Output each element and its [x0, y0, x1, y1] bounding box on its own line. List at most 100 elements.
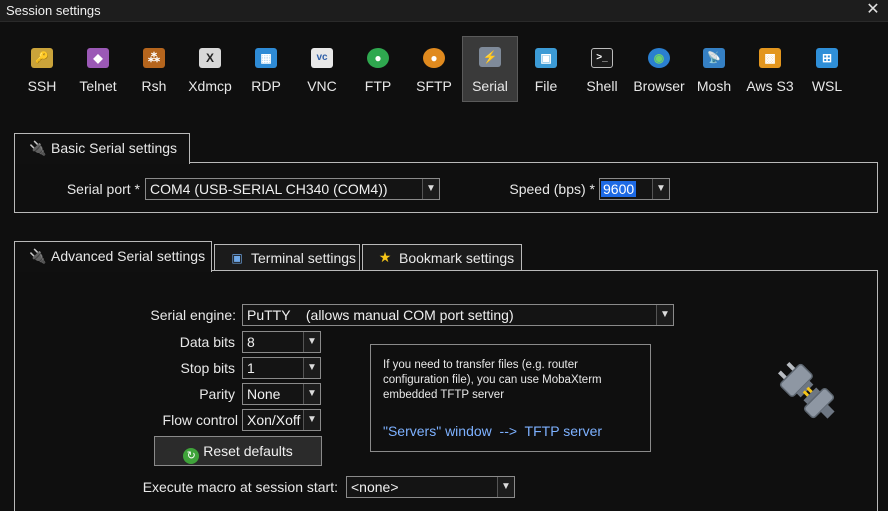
- serial-engine-select[interactable]: PuTTY (allows manual COM port setting) ▼: [242, 304, 674, 326]
- session-type-aws-s3[interactable]: ▩ Aws S3: [742, 38, 798, 102]
- serial-plug-icon: 🔌: [29, 248, 47, 264]
- tftp-info-text: If you need to transfer files (e.g. rout…: [383, 359, 602, 401]
- vnc-icon: vc: [311, 48, 333, 68]
- session-type-file[interactable]: ▣ File: [519, 38, 573, 102]
- servers-window-link[interactable]: "Servers" window --> TFTP server: [383, 423, 602, 439]
- session-type-toolbar: 🔑 SSH ◆ Telnet ⁂ Rsh X Xdmcp ▦ RDP vc VN…: [0, 36, 888, 102]
- title-bar: Session settings ✕: [0, 0, 888, 22]
- window-title: Session settings: [6, 3, 101, 18]
- tab-basic-serial-settings[interactable]: 🔌 Basic Serial settings: [14, 133, 190, 164]
- reset-defaults-label: Reset defaults: [203, 443, 293, 459]
- data-bits-select[interactable]: 8 ▼: [242, 331, 321, 353]
- xdmcp-icon: X: [199, 48, 221, 68]
- speed-select[interactable]: 9600 ▼: [599, 178, 670, 200]
- flow-control-label: Flow control: [162, 412, 238, 428]
- basic-settings-panel: [14, 162, 878, 213]
- session-type-label: Aws S3: [746, 78, 794, 94]
- session-type-label: WSL: [811, 78, 843, 94]
- session-type-serial[interactable]: ⚡ Serial: [462, 36, 518, 102]
- wsl-icon: ⊞: [816, 48, 838, 68]
- rsh-icon: ⁂: [143, 48, 165, 68]
- session-type-label: SFTP: [416, 78, 452, 94]
- session-type-label: VNC: [307, 78, 337, 94]
- parity-label: Parity: [199, 386, 235, 402]
- session-type-label: Telnet: [79, 78, 117, 94]
- session-type-vnc[interactable]: vc VNC: [295, 38, 349, 102]
- tftp-info-box: If you need to transfer files (e.g. rout…: [370, 344, 651, 452]
- session-type-ftp[interactable]: ● FTP: [351, 38, 405, 102]
- tab-label: Bookmark settings: [399, 250, 515, 266]
- session-type-label: Serial: [472, 78, 508, 94]
- stop-bits-select[interactable]: 1 ▼: [242, 357, 321, 379]
- rdp-icon: ▦: [255, 48, 277, 68]
- ftp-icon: ●: [367, 48, 389, 68]
- serial-plug-icon: [778, 362, 835, 419]
- star-icon: ★: [378, 249, 392, 265]
- speed-label: Speed (bps) *: [509, 181, 595, 197]
- chevron-down-icon: ▼: [303, 358, 320, 378]
- session-type-rdp[interactable]: ▦ RDP: [239, 38, 293, 102]
- file-icon: ▣: [535, 48, 557, 68]
- tab-label: Terminal settings: [251, 250, 357, 266]
- session-type-ssh[interactable]: 🔑 SSH: [15, 38, 69, 102]
- tab-bookmark-settings[interactable]: ★ Bookmark settings: [362, 244, 522, 271]
- mosh-icon: 📡: [703, 48, 725, 68]
- tab-label: Advanced Serial settings: [51, 248, 206, 264]
- refresh-icon: ↻: [183, 448, 200, 464]
- globe-icon: ◉: [648, 48, 670, 68]
- serial-plug-icon: ⚡: [479, 47, 501, 67]
- close-icon[interactable]: ✕: [864, 1, 882, 19]
- session-type-label: SSH: [27, 78, 57, 94]
- serial-plug-icon: 🔌: [29, 140, 47, 156]
- stop-bits-label: Stop bits: [180, 360, 235, 376]
- session-type-label: Shell: [586, 78, 618, 94]
- session-type-wsl[interactable]: ⊞ WSL: [800, 38, 854, 102]
- tab-terminal-settings[interactable]: ▣ Terminal settings: [214, 244, 360, 271]
- session-type-browser[interactable]: ◉ Browser: [631, 38, 687, 102]
- session-type-label: Mosh: [696, 78, 732, 94]
- reset-defaults-button[interactable]: ↻ Reset defaults: [154, 436, 322, 466]
- data-bits-label: Data bits: [179, 334, 235, 350]
- chevron-down-icon: ▼: [497, 477, 514, 497]
- parity-value: None: [247, 386, 281, 402]
- chevron-down-icon: ▼: [422, 179, 439, 199]
- session-type-label: Browser: [633, 78, 685, 94]
- chevron-down-icon: ▼: [652, 179, 669, 199]
- serial-port-select[interactable]: COM4 (USB-SERIAL CH340 (COM4)) ▼: [145, 178, 440, 200]
- session-type-label: Xdmcp: [188, 78, 232, 94]
- session-type-sftp[interactable]: ● SFTP: [407, 38, 461, 102]
- chevron-down-icon: ▼: [303, 410, 320, 430]
- macro-label: Execute macro at session start:: [142, 479, 338, 495]
- stop-bits-value: 1: [247, 360, 255, 376]
- session-type-mosh[interactable]: 📡 Mosh: [689, 38, 739, 102]
- data-bits-value: 8: [247, 334, 255, 350]
- session-type-xdmcp[interactable]: X Xdmcp: [183, 38, 237, 102]
- serial-port-value: COM4 (USB-SERIAL CH340 (COM4)): [150, 181, 388, 197]
- aws-s3-icon: ▩: [759, 48, 781, 68]
- macro-select[interactable]: <none> ▼: [346, 476, 515, 498]
- tab-label: Basic Serial settings: [51, 140, 178, 156]
- chevron-down-icon: ▼: [656, 305, 673, 325]
- terminal-icon: ▣: [231, 251, 243, 265]
- serial-engine-label: Serial engine:: [150, 307, 236, 323]
- session-type-label: RDP: [251, 78, 281, 94]
- shell-icon: >_: [591, 48, 613, 68]
- session-type-rsh[interactable]: ⁂ Rsh: [127, 38, 181, 102]
- tab-advanced-serial-settings[interactable]: 🔌 Advanced Serial settings: [14, 241, 212, 272]
- flow-control-select[interactable]: Xon/Xoff ▼: [242, 409, 321, 431]
- parity-select[interactable]: None ▼: [242, 383, 321, 405]
- key-icon: 🔑: [31, 48, 53, 68]
- serial-engine-value: PuTTY (allows manual COM port setting): [247, 307, 514, 323]
- session-type-shell[interactable]: >_ Shell: [575, 38, 629, 102]
- chevron-down-icon: ▼: [303, 384, 320, 404]
- flow-control-value: Xon/Xoff: [247, 412, 301, 428]
- chevron-down-icon: ▼: [303, 332, 320, 352]
- session-type-telnet[interactable]: ◆ Telnet: [71, 38, 125, 102]
- session-type-label: Rsh: [141, 78, 167, 94]
- session-type-label: File: [534, 78, 558, 94]
- telnet-icon: ◆: [87, 48, 109, 68]
- session-type-label: FTP: [364, 78, 392, 94]
- speed-value: 9600: [601, 181, 637, 197]
- sftp-icon: ●: [423, 48, 445, 68]
- macro-value: <none>: [351, 479, 399, 495]
